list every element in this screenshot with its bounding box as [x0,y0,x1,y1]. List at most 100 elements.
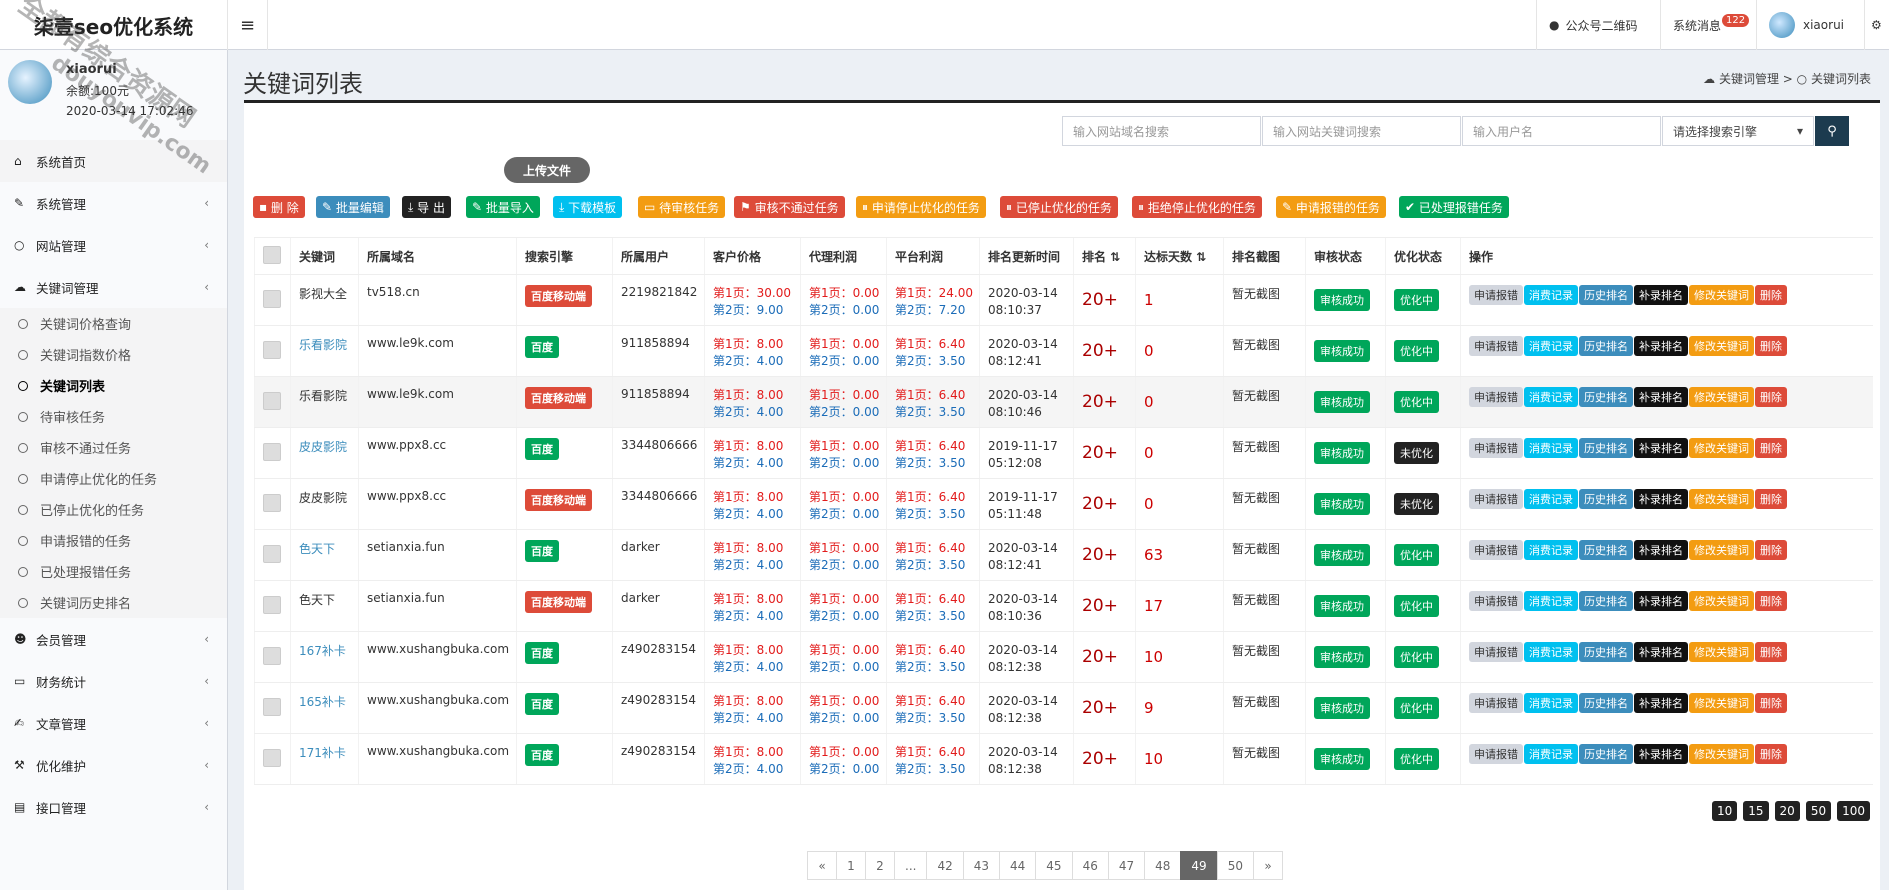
search-button[interactable]: ⚲ [1815,116,1849,146]
consumption-record-button[interactable]: 消费记录 [1524,387,1578,407]
row-checkbox[interactable] [263,289,281,308]
menu-toggle-button[interactable]: ≡ [228,0,268,50]
keyword-text[interactable]: 皮皮影院 [299,440,347,454]
keyword-text[interactable]: 乐看影院 [299,338,347,352]
delete-row-button[interactable]: 删除 [1755,387,1787,407]
sort-icon[interactable]: ⇅ [1192,250,1206,264]
submenu-item[interactable]: 已处理报错任务 [0,556,227,587]
rejected-tasks-button[interactable]: ⚑ 审核不通过任务 [734,196,845,218]
page-link[interactable]: 50 [1216,851,1254,880]
consumption-record-button[interactable]: 消费记录 [1524,642,1578,662]
delete-row-button[interactable]: 删除 [1755,591,1787,611]
handled-error-button[interactable]: ✔ 已处理报错任务 [1399,196,1509,218]
row-checkbox[interactable] [263,544,281,563]
row-checkbox[interactable] [263,493,281,512]
submenu-item[interactable]: 关键词历史排名 [0,587,227,618]
rank-history-button[interactable]: 历史排名 [1579,489,1633,509]
report-error-button[interactable]: 申请报错 [1469,336,1523,356]
request-error-button[interactable]: ✎ 申请报错的任务 [1276,196,1386,218]
nav-api[interactable]: ▤ 接口管理 ‹ [0,786,227,828]
page-size-option[interactable]: 50 [1805,801,1832,821]
edit-keyword-button[interactable]: 修改关键词 [1689,642,1754,662]
backfill-rank-button[interactable]: 补录排名 [1634,540,1688,560]
consumption-record-button[interactable]: 消费记录 [1524,285,1578,305]
nav-finance[interactable]: ▭ 财务统计 ‹ [0,660,227,702]
rank-history-button[interactable]: 历史排名 [1579,540,1633,560]
backfill-rank-button[interactable]: 补录排名 [1634,387,1688,407]
engine-select[interactable]: 请选择搜索引擎 ▾ [1662,116,1814,146]
backfill-rank-button[interactable]: 补录排名 [1634,336,1688,356]
submenu-item[interactable]: 待审核任务 [0,401,227,432]
page-size-option[interactable]: 15 [1743,801,1769,821]
page-link[interactable]: 42 [926,851,964,880]
row-checkbox[interactable] [263,646,281,665]
row-checkbox[interactable] [263,391,281,410]
pending-tasks-button[interactable]: ▭ 待审核任务 [638,196,726,218]
report-error-button[interactable]: 申请报错 [1469,693,1523,713]
row-checkbox[interactable] [263,442,281,461]
page-link[interactable]: ... [894,851,928,880]
backfill-rank-button[interactable]: 补录排名 [1634,642,1688,662]
delete-button[interactable]: ▪ 删 除 [253,196,305,218]
edit-keyword-button[interactable]: 修改关键词 [1689,489,1754,509]
page-link[interactable]: 44 [999,851,1037,880]
nav-site[interactable]: ○ 网站管理 ‹ [0,224,227,266]
submenu-item[interactable]: 审核不通过任务 [0,432,227,463]
keyword-text[interactable]: 167补卡 [299,644,346,658]
nav-keyword[interactable]: ☁ 关键词管理 ‹ [0,266,227,308]
upload-file-button[interactable]: 上传文件 [504,157,590,183]
edit-keyword-button[interactable]: 修改关键词 [1689,285,1754,305]
backfill-rank-button[interactable]: 补录排名 [1634,285,1688,305]
submenu-item[interactable]: 关键词价格查询 [0,308,227,339]
row-checkbox[interactable] [263,697,281,716]
backfill-rank-button[interactable]: 补录排名 [1634,744,1688,764]
messages-link[interactable]: 系统消息 122 [1660,0,1761,50]
delete-row-button[interactable]: 删除 [1755,642,1787,662]
page-size-option[interactable]: 100 [1837,801,1870,821]
row-checkbox[interactable] [263,595,281,614]
rank-history-button[interactable]: 历史排名 [1579,387,1633,407]
keyword-text[interactable]: 色天下 [299,542,335,556]
page-link[interactable]: 48 [1144,851,1182,880]
page-size-option[interactable]: 10 [1711,801,1738,821]
delete-row-button[interactable]: 删除 [1755,438,1787,458]
backfill-rank-button[interactable]: 补录排名 [1634,489,1688,509]
rank-history-button[interactable]: 历史排名 [1579,285,1633,305]
backfill-rank-button[interactable]: 补录排名 [1634,693,1688,713]
select-all-checkbox[interactable] [263,245,281,264]
delete-row-button[interactable]: 删除 [1755,693,1787,713]
page-link[interactable]: « [807,851,837,880]
keyword-text[interactable]: 165补卡 [299,695,346,709]
rank-history-button[interactable]: 历史排名 [1579,744,1633,764]
nav-member[interactable]: ☻ 会员管理 ‹ [0,618,227,660]
submenu-item[interactable]: 关键词列表 [0,370,227,401]
nav-home[interactable]: ⌂ 系统首页 [0,140,227,182]
submenu-item[interactable]: 申请报错的任务 [0,525,227,556]
nav-article[interactable]: ✍ 文章管理 ‹ [0,702,227,744]
nav-system[interactable]: ✎ 系统管理 ‹ [0,182,227,224]
nav-optimize[interactable]: ⚒ 优化维护 ‹ [0,744,227,786]
page-size-option[interactable]: 20 [1774,801,1800,821]
consumption-record-button[interactable]: 消费记录 [1524,438,1578,458]
edit-keyword-button[interactable]: 修改关键词 [1689,591,1754,611]
edit-keyword-button[interactable]: 修改关键词 [1689,693,1754,713]
settings-gear-icon[interactable]: ⚙ [1864,0,1889,50]
backfill-rank-button[interactable]: 补录排名 [1634,591,1688,611]
app-logo[interactable]: 柒壹seo优化系统 [0,0,228,50]
domain-search-input[interactable]: 输入网站域名搜索 [1062,116,1261,146]
rank-history-button[interactable]: 历史排名 [1579,642,1633,662]
user-menu[interactable]: xiaorui [1756,0,1864,50]
consumption-record-button[interactable]: 消费记录 [1524,336,1578,356]
delete-row-button[interactable]: 删除 [1755,744,1787,764]
consumption-record-button[interactable]: 消费记录 [1524,540,1578,560]
rank-history-button[interactable]: 历史排名 [1579,336,1633,356]
refuse-stop-button[interactable]: ⏸ 拒绝停止优化的任务 [1132,196,1262,218]
download-template-button[interactable]: ⤓ 下载模板 [553,196,623,218]
consumption-record-button[interactable]: 消费记录 [1524,693,1578,713]
sort-icon[interactable]: ⇅ [1106,250,1120,264]
consumption-record-button[interactable]: 消费记录 [1524,489,1578,509]
page-link[interactable]: 46 [1071,851,1109,880]
keyword-search-input[interactable]: 输入网站关键词搜索 [1262,116,1461,146]
report-error-button[interactable]: 申请报错 [1469,591,1523,611]
edit-keyword-button[interactable]: 修改关键词 [1689,336,1754,356]
